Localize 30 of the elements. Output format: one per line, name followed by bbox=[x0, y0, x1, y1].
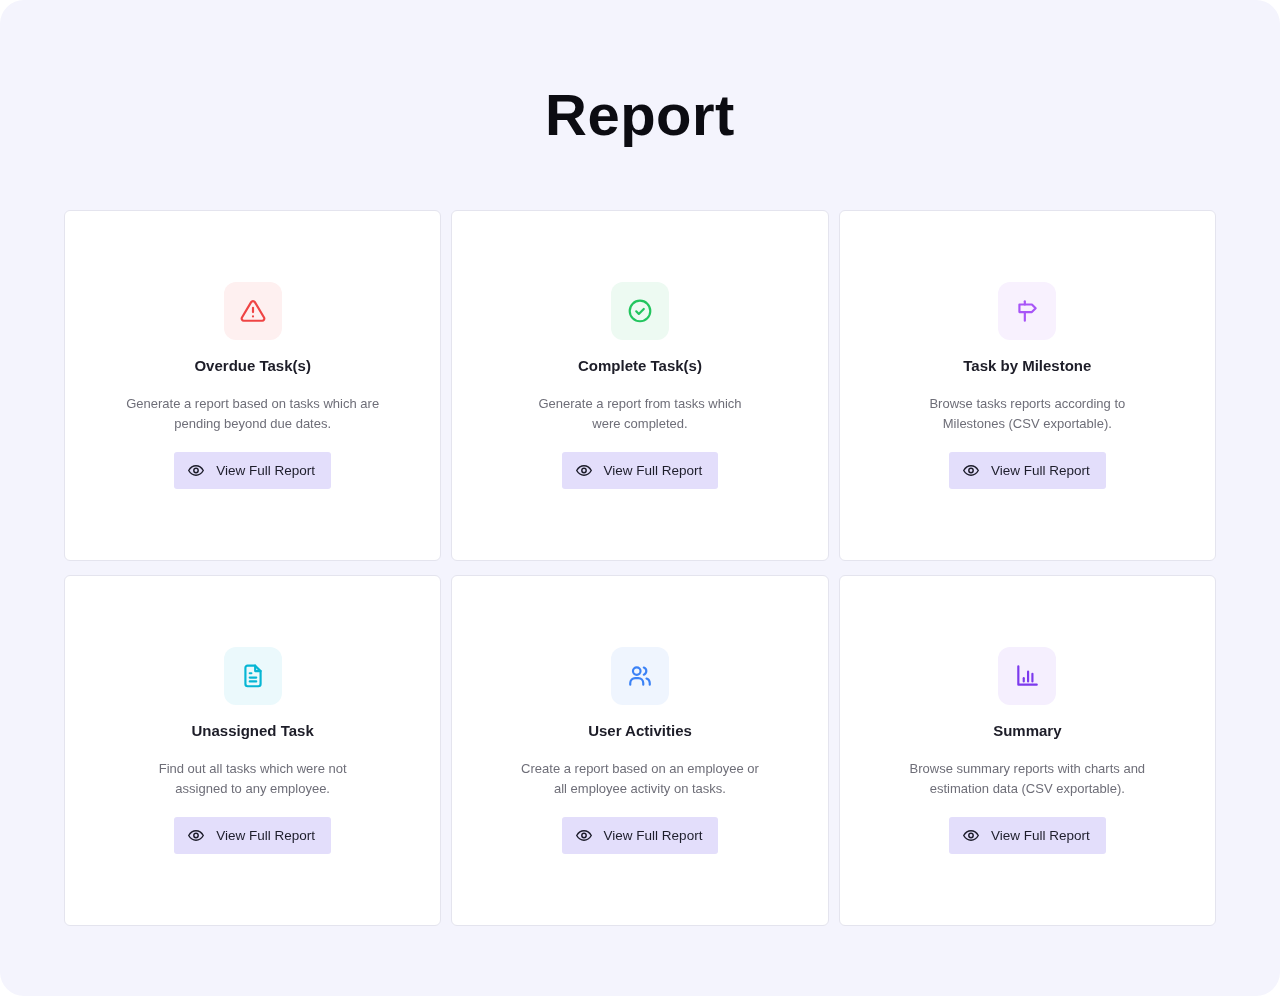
view-report-button[interactable]: View Full Report bbox=[948, 817, 1106, 854]
card-title: Overdue Task(s) bbox=[194, 356, 311, 376]
users-icon bbox=[611, 647, 669, 705]
eye-icon bbox=[962, 830, 979, 841]
card-description: Generate a report based on tasks which are pending beyond due dates. bbox=[126, 395, 380, 433]
page-title: Report bbox=[545, 81, 735, 149]
card-title: Task by Milestone bbox=[963, 356, 1092, 376]
card-description: Browse summary reports with charts and estimation data (CSV exportable). bbox=[909, 760, 1146, 798]
card-description: Browse tasks reports according to Milestones (CSV exportable). bbox=[929, 395, 1126, 433]
card-title: Summary bbox=[993, 721, 1062, 741]
eye-icon bbox=[575, 830, 592, 841]
card-description: Create a report based on an employee or all employee activity on tasks. bbox=[521, 760, 759, 798]
view-report-button[interactable]: View Full Report bbox=[561, 452, 719, 489]
warning-icon bbox=[223, 282, 282, 340]
card-title: User Activities bbox=[588, 721, 692, 741]
eye-icon bbox=[188, 830, 205, 841]
card-description: Find out all tasks which were not assigned to any employee. bbox=[158, 760, 347, 798]
eye-icon bbox=[575, 465, 592, 476]
view-report-button[interactable]: View Full Report bbox=[561, 817, 719, 854]
bar-chart-icon bbox=[998, 647, 1057, 705]
view-report-button[interactable]: View Full Report bbox=[174, 452, 332, 489]
view-report-button[interactable]: View Full Report bbox=[948, 452, 1106, 489]
document-icon bbox=[223, 647, 282, 705]
card-title: Unassigned Task bbox=[191, 721, 314, 741]
signpost-icon bbox=[998, 282, 1057, 340]
card-title: Complete Task(s) bbox=[578, 356, 702, 376]
view-report-button[interactable]: View Full Report bbox=[174, 817, 332, 854]
eye-icon bbox=[962, 465, 979, 476]
card-description: Generate a report from tasks which were completed. bbox=[538, 395, 742, 433]
eye-icon bbox=[188, 465, 205, 476]
